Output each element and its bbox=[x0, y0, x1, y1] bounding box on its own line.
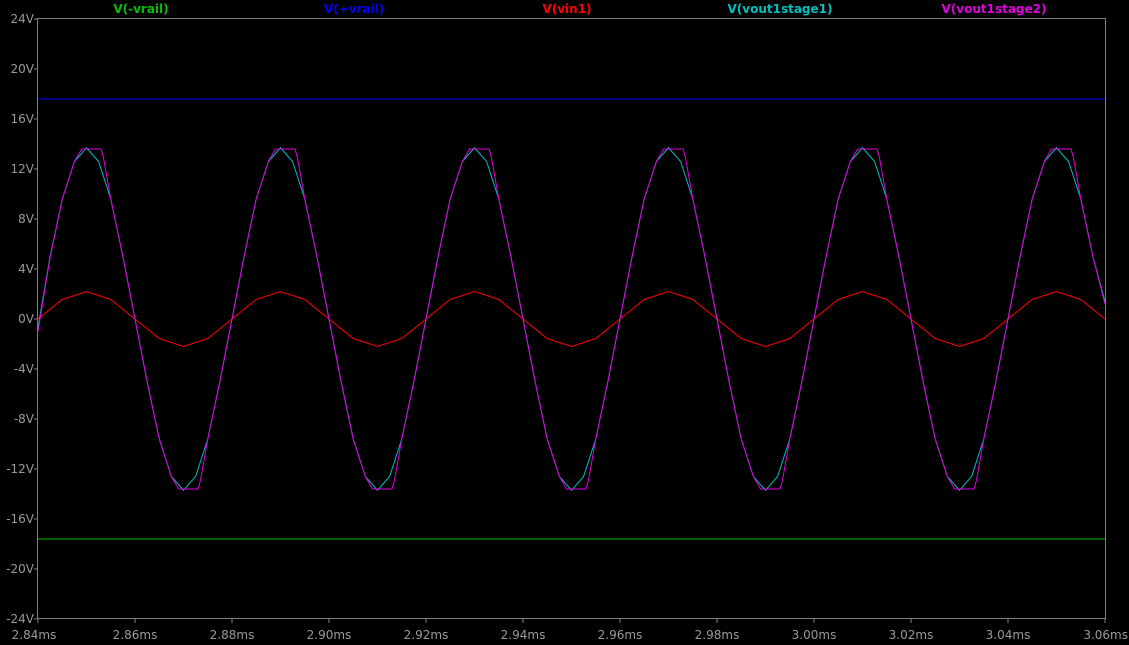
legend-entry: V(-vrail) bbox=[113, 2, 168, 16]
plot-frame bbox=[37, 18, 1106, 619]
x-tick-label: 3.00ms bbox=[792, 628, 837, 642]
legend-entry: V(vout1stage2) bbox=[941, 2, 1046, 16]
x-tick-label: 3.04ms bbox=[986, 628, 1031, 642]
x-tick-label: 2.90ms bbox=[307, 628, 352, 642]
x-tick-label: 2.84ms bbox=[12, 628, 57, 642]
series-line-v-vin1 bbox=[37, 290, 1106, 348]
x-tick-label: 2.92ms bbox=[404, 628, 449, 642]
waveform-plot: V(-vrail) V(+vrail) V(vin1) V(vout1stage1) V… bbox=[6, 2, 1128, 642]
x-tick-label: 2.98ms bbox=[695, 628, 740, 642]
y-tick-label: -12V bbox=[6, 462, 35, 476]
y-tick-label: -24V bbox=[6, 612, 35, 626]
x-tick-label: 2.86ms bbox=[113, 628, 158, 642]
x-axis: 2.84ms 2.86ms 2.88ms 2.90ms 2.92ms 2.94ms 2.96… bbox=[12, 619, 1128, 642]
legend-entry: V(vout1stage1) bbox=[727, 2, 832, 16]
y-tick-label: -16V bbox=[6, 512, 35, 526]
y-axis: 24V 20V 16V 12V 8V 4V 0V -4V -8V -12V -16V -20V -24V bbox=[6, 12, 38, 626]
y-tick-label: -8V bbox=[14, 412, 35, 426]
traces bbox=[37, 98, 1106, 540]
y-tick-label: 4V bbox=[18, 262, 35, 276]
x-tick-label: 2.88ms bbox=[210, 628, 255, 642]
y-tick-label: 8V bbox=[18, 212, 35, 226]
legend-entry: V(vin1) bbox=[542, 2, 591, 16]
x-tick-label: 3.06ms bbox=[1083, 628, 1128, 642]
y-tick-label: -4V bbox=[14, 362, 35, 376]
y-tick-label: 12V bbox=[11, 162, 35, 176]
x-tick-label: 2.96ms bbox=[598, 628, 643, 642]
x-tick-label: 2.94ms bbox=[501, 628, 546, 642]
legend-entry: V(+vrail) bbox=[324, 2, 384, 16]
x-tick-label: 3.02ms bbox=[889, 628, 934, 642]
series-line-v-vout1stage1 bbox=[37, 147, 1106, 492]
legend: V(-vrail) V(+vrail) V(vin1) V(vout1stage1) V… bbox=[113, 2, 1046, 16]
y-tick-label: 20V bbox=[11, 62, 35, 76]
y-tick-label: -20V bbox=[6, 562, 35, 576]
y-tick-label: 0V bbox=[18, 312, 35, 326]
series-line-v-vout1stage2 bbox=[37, 148, 1106, 490]
y-tick-label: 16V bbox=[11, 112, 35, 126]
y-tick-label: 24V bbox=[11, 12, 35, 26]
